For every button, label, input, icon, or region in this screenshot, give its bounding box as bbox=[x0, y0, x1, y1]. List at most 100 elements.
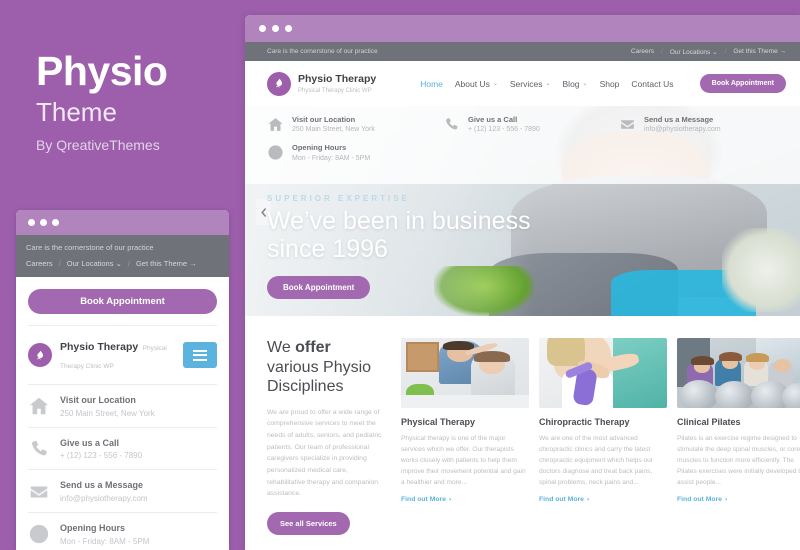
contact-value: + (12) 123 - 556 - 7890 bbox=[60, 451, 143, 461]
desktop-preview-window: Care is the cornerstone of our practice … bbox=[245, 15, 800, 550]
chevron-right-icon: › bbox=[724, 496, 728, 504]
contact-title: Visit our Location bbox=[60, 395, 136, 405]
contact-item-hours[interactable]: Opening Hours Mon - Friday: 8AM - 5PM bbox=[267, 143, 443, 162]
contact-title: Give us a Call bbox=[468, 115, 518, 124]
topbar-link-get-this-theme[interactable]: Get this Theme → bbox=[733, 48, 786, 55]
contact-title: Opening Hours bbox=[60, 523, 125, 534]
find-out-more-link[interactable]: Find out More › bbox=[677, 496, 800, 503]
topbar-link-get-this-theme[interactable]: Get this Theme → bbox=[136, 259, 197, 268]
contact-value: info@physiotherapy.com bbox=[60, 494, 148, 504]
menu-item-shop[interactable]: Shop bbox=[600, 79, 620, 89]
contact-value: 250 Main Street, New York bbox=[292, 126, 375, 134]
services-paragraph: We are proud to offer a wide range of co… bbox=[267, 408, 382, 498]
contact-item-text: Send us a Message info@physiotherapy.com bbox=[644, 115, 721, 133]
menu-item-services[interactable]: Services ⌄ bbox=[510, 79, 551, 89]
desktop-navbar: Physio Therapy Physical Therapy Clinic W… bbox=[245, 61, 800, 106]
mobile-book-appointment-button[interactable]: Book Appointment bbox=[28, 289, 217, 314]
service-card[interactable]: Physical Therapy Physical therapy is one… bbox=[401, 338, 529, 535]
menu-item-home[interactable]: Home bbox=[420, 79, 443, 89]
contact-row-secondary: Opening Hours Mon - Friday: 8AM - 5PM bbox=[267, 143, 800, 162]
chevron-down-icon: ⌄ bbox=[582, 81, 588, 87]
promo-subtitle: Theme bbox=[36, 97, 117, 127]
chevron-down-icon: ⌄ bbox=[545, 81, 551, 87]
see-all-services-button[interactable]: See all Services bbox=[267, 512, 350, 536]
services-heading: We offer various Physio Disciplines bbox=[267, 339, 372, 396]
envelope-icon bbox=[619, 116, 636, 133]
contact-item-text: Opening Hours Mon - Friday: 8AM - 5PM bbox=[60, 523, 149, 546]
desktop-window-chrome bbox=[245, 15, 800, 42]
home-icon bbox=[28, 395, 50, 417]
hero-text-block: SUPERIOR EXPERTISE We’ve been in busines… bbox=[267, 194, 557, 299]
hero-heading: We’ve been in business since 1996 bbox=[267, 207, 531, 263]
contact-item-location[interactable]: Visit our Location 250 Main Street, New … bbox=[267, 115, 443, 133]
topbar-link-our-locations[interactable]: Our Locations ⌄ bbox=[67, 259, 122, 268]
mobile-topbar: Care is the cornerstone of our practice … bbox=[16, 235, 229, 277]
contact-item-phone[interactable]: Give us a Call + (12) 123 - 556 - 7890 bbox=[443, 115, 619, 133]
contact-item-email[interactable]: Send us a Message info@physiotherapy.com bbox=[28, 469, 217, 512]
service-card-image bbox=[677, 338, 800, 408]
service-card-image bbox=[539, 338, 667, 408]
desktop-topbar: Care is the cornerstone of our practice … bbox=[245, 42, 800, 61]
chevron-down-icon: ⌄ bbox=[492, 81, 498, 87]
hamburger-menu-icon[interactable] bbox=[183, 342, 217, 368]
brand-name: Physio Therapy bbox=[298, 73, 377, 86]
mobile-topbar-links: Careers / Our Locations ⌄ / Get this The… bbox=[26, 259, 219, 268]
service-card-text: Pilates is an exercise regime designed t… bbox=[677, 435, 800, 487]
window-dot-minimize[interactable] bbox=[40, 219, 47, 226]
window-dot-close[interactable] bbox=[28, 219, 35, 226]
service-card[interactable]: Chiropractic Therapy We are one of the m… bbox=[539, 338, 667, 535]
service-card-title: Physical Therapy bbox=[401, 417, 476, 427]
hero-eyebrow: SUPERIOR EXPERTISE bbox=[267, 194, 410, 203]
mobile-window-chrome bbox=[16, 210, 229, 235]
topbar-divider: / bbox=[724, 48, 727, 55]
topbar-link-our-locations[interactable]: Our Locations ⌄ bbox=[670, 48, 718, 56]
topbar-divider: / bbox=[127, 259, 130, 268]
window-dot-maximize[interactable] bbox=[285, 25, 292, 32]
service-card-title: Chiropractic Therapy bbox=[539, 417, 630, 427]
brand-tagline: Physical Therapy Clinic WP bbox=[298, 87, 372, 94]
contact-value: 250 Main Street, New York bbox=[60, 408, 155, 418]
find-out-more-link[interactable]: Find out More › bbox=[401, 496, 529, 503]
window-dot-minimize[interactable] bbox=[272, 25, 279, 32]
contact-value: + (12) 123 - 556 - 7890 bbox=[468, 126, 540, 134]
clock-icon bbox=[267, 144, 284, 161]
window-dot-maximize[interactable] bbox=[52, 219, 59, 226]
contact-item-phone[interactable]: Give us a Call + (12) 123 - 556 - 7890 bbox=[28, 426, 217, 470]
menu-item-contact-us[interactable]: Contact Us bbox=[631, 79, 673, 89]
mobile-brand-text: Physio Therapy Physical Therapy Clinic W… bbox=[60, 337, 175, 373]
service-card-text: Physical therapy is one of the major ser… bbox=[401, 435, 526, 487]
service-cards: Physical Therapy Physical therapy is one… bbox=[401, 338, 800, 535]
envelope-icon bbox=[28, 481, 50, 503]
main-menu: Home About Us ⌄ Services ⌄ Blog ⌄ Shop C… bbox=[420, 79, 689, 89]
mobile-tagline: Care is the cornerstone of our practice bbox=[26, 243, 154, 252]
contact-title: Send us a Message bbox=[644, 115, 714, 124]
contact-item-text: Visit our Location 250 Main Street, New … bbox=[60, 395, 155, 418]
brand-text: Physio Therapy Physical Therapy Clinic W… bbox=[298, 73, 376, 94]
contact-item-email[interactable]: Send us a Message info@physiotherapy.com bbox=[619, 115, 795, 133]
menu-item-about-us[interactable]: About Us ⌄ bbox=[455, 79, 498, 89]
contact-title: Give us a Call bbox=[60, 437, 120, 448]
service-card-image bbox=[401, 338, 529, 408]
topbar-link-careers[interactable]: Careers bbox=[26, 259, 53, 268]
contact-value: Mon - Friday: 8AM - 5PM bbox=[292, 154, 371, 162]
hero-book-appointment-button[interactable]: Book Appointment bbox=[267, 276, 371, 299]
contact-item-hours[interactable]: Opening Hours Mon - Friday: 8AM - 5PM bbox=[28, 512, 217, 550]
service-card[interactable]: Clinical Pilates Pilates is an exercise … bbox=[677, 338, 800, 535]
hero-slider: Visit our Location 250 Main Street, New … bbox=[245, 106, 800, 316]
contact-item-location[interactable]: Visit our Location 250 Main Street, New … bbox=[28, 384, 217, 427]
promo-byline: By QreativeThemes bbox=[36, 137, 160, 153]
brand-name: Physio Therapy bbox=[60, 341, 139, 353]
site-logo[interactable]: Physio Therapy Physical Therapy Clinic W… bbox=[267, 71, 376, 96]
window-dot-close[interactable] bbox=[259, 25, 266, 32]
phone-icon bbox=[28, 438, 50, 460]
chevron-right-icon: › bbox=[448, 496, 452, 504]
promo-title: Physio bbox=[36, 48, 168, 94]
topbar-divider: / bbox=[58, 259, 61, 268]
menu-item-blog[interactable]: Blog ⌄ bbox=[563, 79, 588, 89]
find-out-more-link[interactable]: Find out More › bbox=[539, 496, 667, 503]
book-appointment-button[interactable]: Book Appointment bbox=[699, 74, 786, 93]
topbar-link-careers[interactable]: Careers bbox=[631, 48, 654, 55]
home-icon bbox=[267, 116, 284, 133]
contact-item-text: Give us a Call + (12) 123 - 556 - 7890 bbox=[60, 438, 142, 461]
contact-value: info@physiotherapy.com bbox=[644, 126, 721, 134]
